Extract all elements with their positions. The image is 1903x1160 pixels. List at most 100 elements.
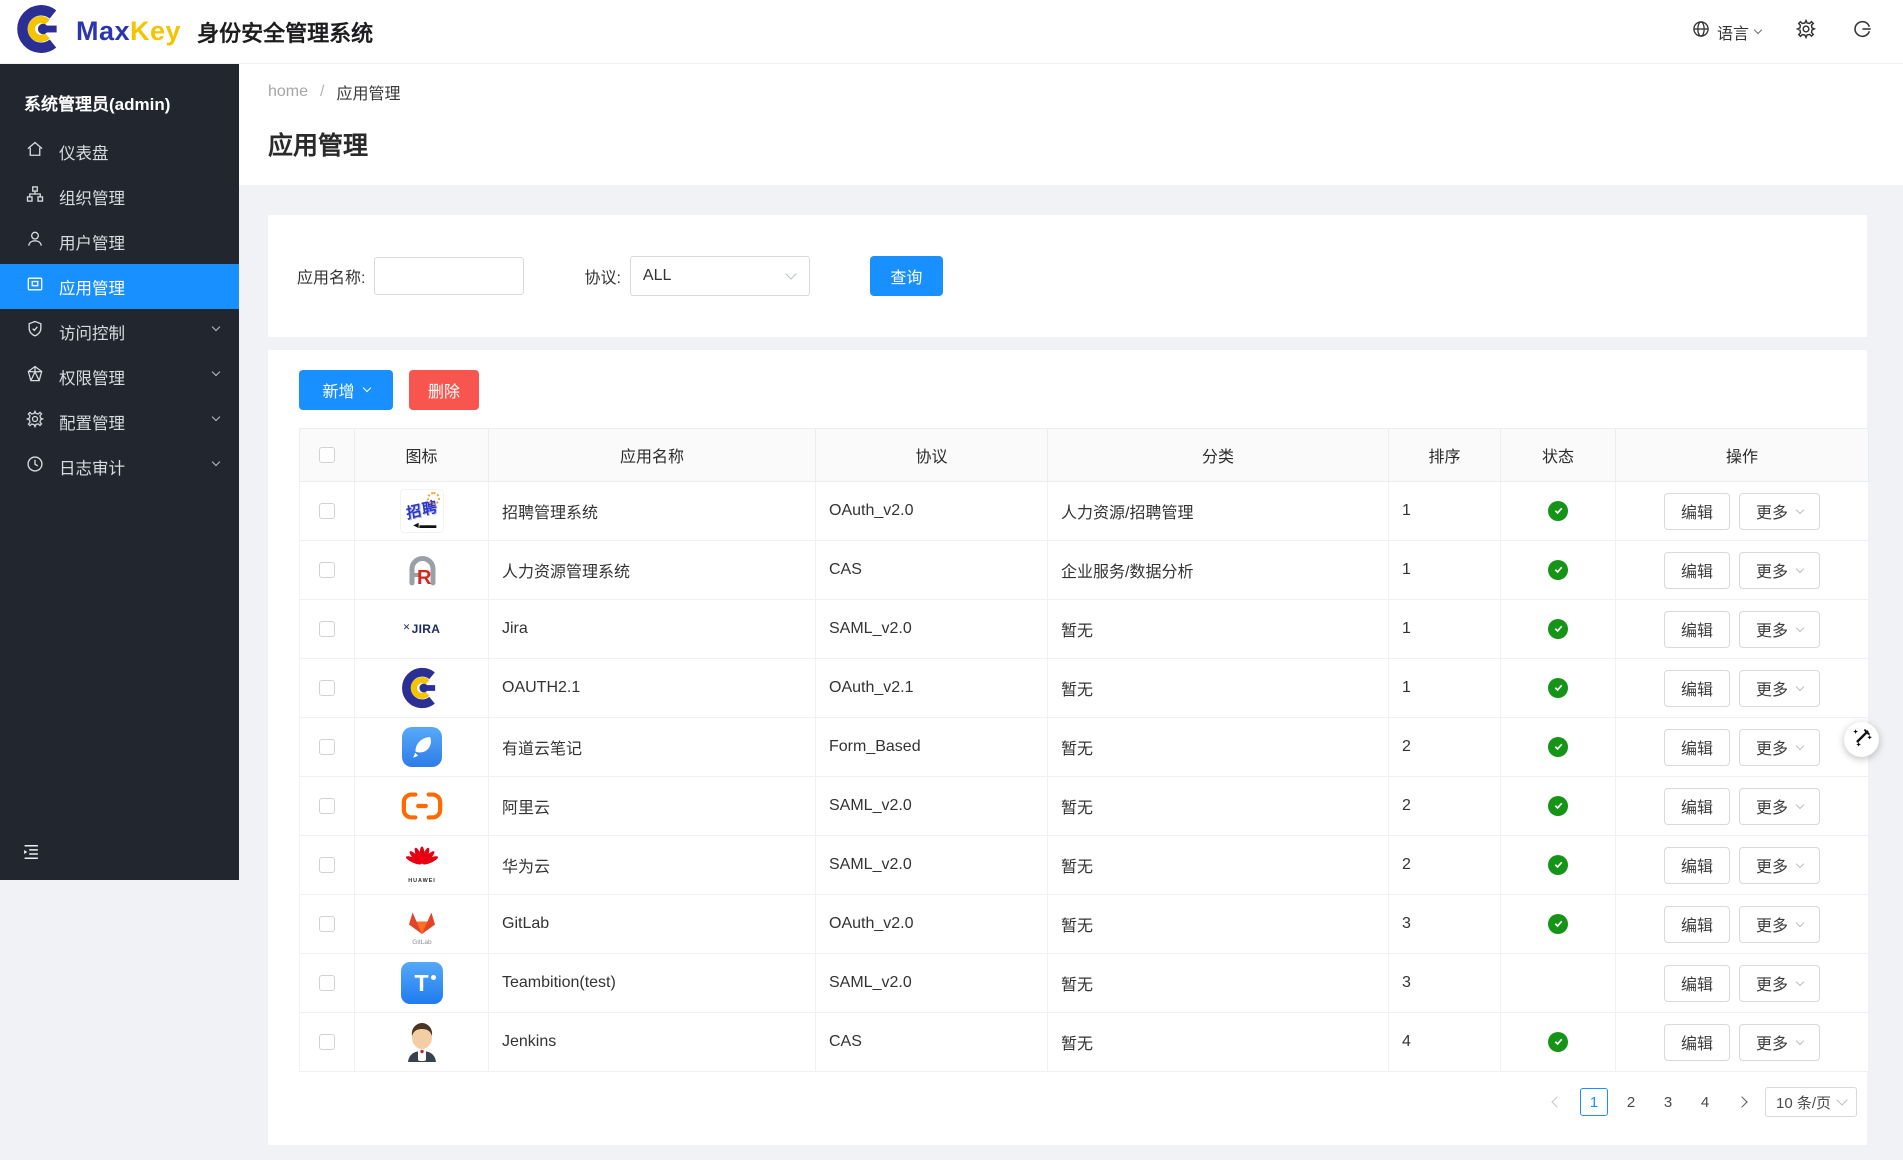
logout-button[interactable] bbox=[1851, 18, 1873, 45]
sidebar-item-audit-logs[interactable]: 日志审计 bbox=[0, 444, 239, 489]
app-name-input[interactable] bbox=[374, 257, 524, 295]
table-row: GitLab GitLab OAuth_v2.0 暂无 3 编辑 更多 bbox=[300, 895, 1869, 954]
page-button-4[interactable]: 4 bbox=[1691, 1088, 1719, 1116]
prev-page-button[interactable] bbox=[1543, 1088, 1571, 1116]
sidebar-item-permissions[interactable]: 权限管理 bbox=[0, 354, 239, 399]
sidebar-item-organization[interactable]: 组织管理 bbox=[0, 174, 239, 219]
edit-button[interactable]: 编辑 bbox=[1664, 670, 1730, 707]
more-button[interactable]: 更多 bbox=[1739, 788, 1820, 825]
more-button[interactable]: 更多 bbox=[1739, 552, 1820, 589]
more-button[interactable]: 更多 bbox=[1739, 670, 1820, 707]
protocol-label: 协议: bbox=[584, 264, 620, 288]
more-button[interactable]: 更多 bbox=[1739, 965, 1820, 1002]
row-checkbox[interactable] bbox=[319, 503, 335, 519]
edit-button[interactable]: 编辑 bbox=[1664, 552, 1730, 589]
table-row: HUAWEI 华为云 SAML_v2.0 暂无 2 编辑 更多 bbox=[300, 836, 1869, 895]
chevron-down-icon bbox=[1796, 1037, 1804, 1045]
top-actions: 语言 bbox=[1691, 18, 1873, 45]
svg-text:HUAWEI: HUAWEI bbox=[408, 878, 436, 884]
protocol-select[interactable]: ALL bbox=[630, 256, 810, 296]
app-name: Teambition(test) bbox=[489, 954, 816, 1013]
app-sort: 1 bbox=[1389, 659, 1501, 718]
row-checkbox[interactable] bbox=[319, 680, 335, 696]
sidebar-item-configuration[interactable]: 配置管理 bbox=[0, 399, 239, 444]
gear-icon bbox=[1795, 18, 1817, 45]
breadcrumb: home / 应用管理 bbox=[268, 80, 401, 104]
permissions-badge-icon bbox=[25, 364, 45, 389]
chevron-down-icon bbox=[1796, 742, 1804, 750]
app-sort: 1 bbox=[1389, 482, 1501, 541]
page-size-select[interactable]: 10 条/页 bbox=[1765, 1087, 1857, 1117]
protocol-selected-value: ALL bbox=[643, 267, 671, 285]
shield-check-icon bbox=[25, 319, 45, 344]
product-title: 身份安全管理系统 bbox=[197, 16, 373, 48]
row-checkbox[interactable] bbox=[319, 1034, 335, 1050]
magic-wand-icon bbox=[1851, 726, 1873, 753]
row-checkbox[interactable] bbox=[319, 562, 335, 578]
app-sort: 4 bbox=[1389, 1013, 1501, 1072]
chevron-down-icon bbox=[212, 458, 220, 466]
row-checkbox[interactable] bbox=[319, 798, 335, 814]
chevron-down-icon bbox=[1796, 624, 1804, 632]
page-button-1[interactable]: 1 bbox=[1580, 1088, 1608, 1116]
breadcrumb-home-link[interactable]: home bbox=[268, 83, 308, 101]
search-button[interactable]: 查询 bbox=[870, 256, 943, 296]
edit-button[interactable]: 编辑 bbox=[1664, 906, 1730, 943]
chevron-down-icon bbox=[212, 368, 220, 376]
edit-button[interactable]: 编辑 bbox=[1664, 788, 1730, 825]
edit-button[interactable]: 编辑 bbox=[1664, 611, 1730, 648]
app-protocol: OAuth_v2.0 bbox=[816, 895, 1048, 954]
app-category: 暂无 bbox=[1048, 600, 1389, 659]
edit-button[interactable]: 编辑 bbox=[1664, 493, 1730, 530]
status-enabled-icon bbox=[1548, 619, 1568, 639]
next-page-button[interactable] bbox=[1728, 1088, 1756, 1116]
table-row: 有道云笔记 Form_Based 暂无 2 编辑 更多 bbox=[300, 718, 1869, 777]
add-button[interactable]: 新增 bbox=[299, 370, 393, 410]
sidebar-item-users[interactable]: 用户管理 bbox=[0, 219, 239, 264]
more-button[interactable]: 更多 bbox=[1739, 1024, 1820, 1061]
status-enabled-icon bbox=[1548, 560, 1568, 580]
col-header-actions: 操作 bbox=[1616, 429, 1869, 482]
user-icon bbox=[25, 229, 45, 254]
sidebar-item-access-control[interactable]: 访问控制 bbox=[0, 309, 239, 354]
app-name: GitLab bbox=[489, 895, 816, 954]
app-sort: 1 bbox=[1389, 541, 1501, 600]
organization-icon bbox=[25, 184, 45, 209]
sidebar-item-dashboard[interactable]: 仪表盘 bbox=[0, 129, 239, 174]
more-button[interactable]: 更多 bbox=[1739, 493, 1820, 530]
table-panel: 新增 删除 图标 应用名称 协议 分类 排序 状态 操作 bbox=[268, 350, 1867, 1145]
edit-button[interactable]: 编辑 bbox=[1664, 847, 1730, 884]
sidebar-collapse-button[interactable] bbox=[20, 841, 42, 868]
page-button-3[interactable]: 3 bbox=[1654, 1088, 1682, 1116]
jenkins-app-icon bbox=[399, 1019, 445, 1065]
edit-button[interactable]: 编辑 bbox=[1664, 729, 1730, 766]
app-category: 暂无 bbox=[1048, 954, 1389, 1013]
toolbar: 新增 删除 bbox=[268, 350, 1867, 410]
delete-button[interactable]: 删除 bbox=[409, 370, 479, 410]
language-menu[interactable]: 语言 bbox=[1691, 19, 1761, 44]
row-checkbox[interactable] bbox=[319, 857, 335, 873]
row-checkbox[interactable] bbox=[319, 739, 335, 755]
teambition-app-icon: T bbox=[401, 962, 443, 1004]
page-button-2[interactable]: 2 bbox=[1617, 1088, 1645, 1116]
more-button[interactable]: 更多 bbox=[1739, 611, 1820, 648]
row-checkbox[interactable] bbox=[319, 916, 335, 932]
more-button[interactable]: 更多 bbox=[1739, 906, 1820, 943]
more-button[interactable]: 更多 bbox=[1739, 729, 1820, 766]
page-size-value: 10 条/页 bbox=[1776, 1092, 1831, 1113]
globe-icon bbox=[1691, 19, 1711, 44]
edit-button[interactable]: 编辑 bbox=[1664, 965, 1730, 1002]
status-enabled-icon bbox=[1548, 855, 1568, 875]
chevron-down-icon bbox=[1796, 801, 1804, 809]
floating-annotate-button[interactable] bbox=[1844, 722, 1879, 757]
select-all-checkbox[interactable] bbox=[319, 447, 335, 463]
more-button[interactable]: 更多 bbox=[1739, 847, 1820, 884]
app-category: 暂无 bbox=[1048, 1013, 1389, 1072]
sidebar-item-applications[interactable]: 应用管理 bbox=[0, 264, 239, 309]
row-checkbox[interactable] bbox=[319, 975, 335, 991]
row-checkbox[interactable] bbox=[319, 621, 335, 637]
col-header-name: 应用名称 bbox=[489, 429, 816, 482]
edit-button[interactable]: 编辑 bbox=[1664, 1024, 1730, 1061]
chevron-down-icon bbox=[1796, 506, 1804, 514]
settings-button[interactable] bbox=[1795, 18, 1817, 45]
